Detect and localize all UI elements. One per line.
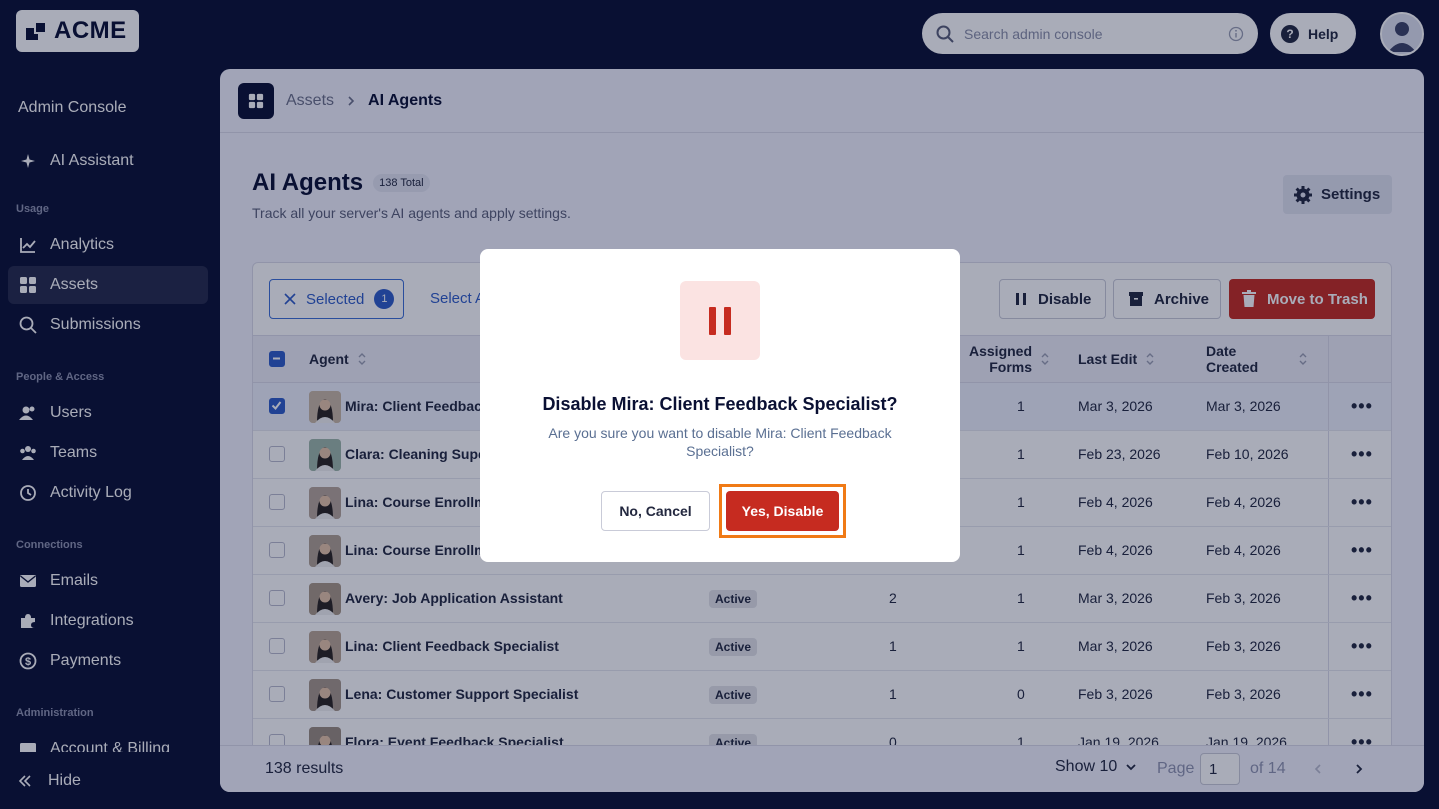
dialog-title: Disable Mira: Client Feedback Specialist…	[542, 394, 898, 414]
disable-confirm-dialog: Disable Mira: Client Feedback Specialist…	[480, 249, 960, 562]
pause-icon	[680, 281, 760, 360]
cancel-button[interactable]: No, Cancel	[601, 491, 710, 531]
confirm-disable-button[interactable]: Yes, Disable	[726, 491, 839, 531]
dialog-message: Are you sure you want to disable Mira: C…	[548, 425, 892, 459]
